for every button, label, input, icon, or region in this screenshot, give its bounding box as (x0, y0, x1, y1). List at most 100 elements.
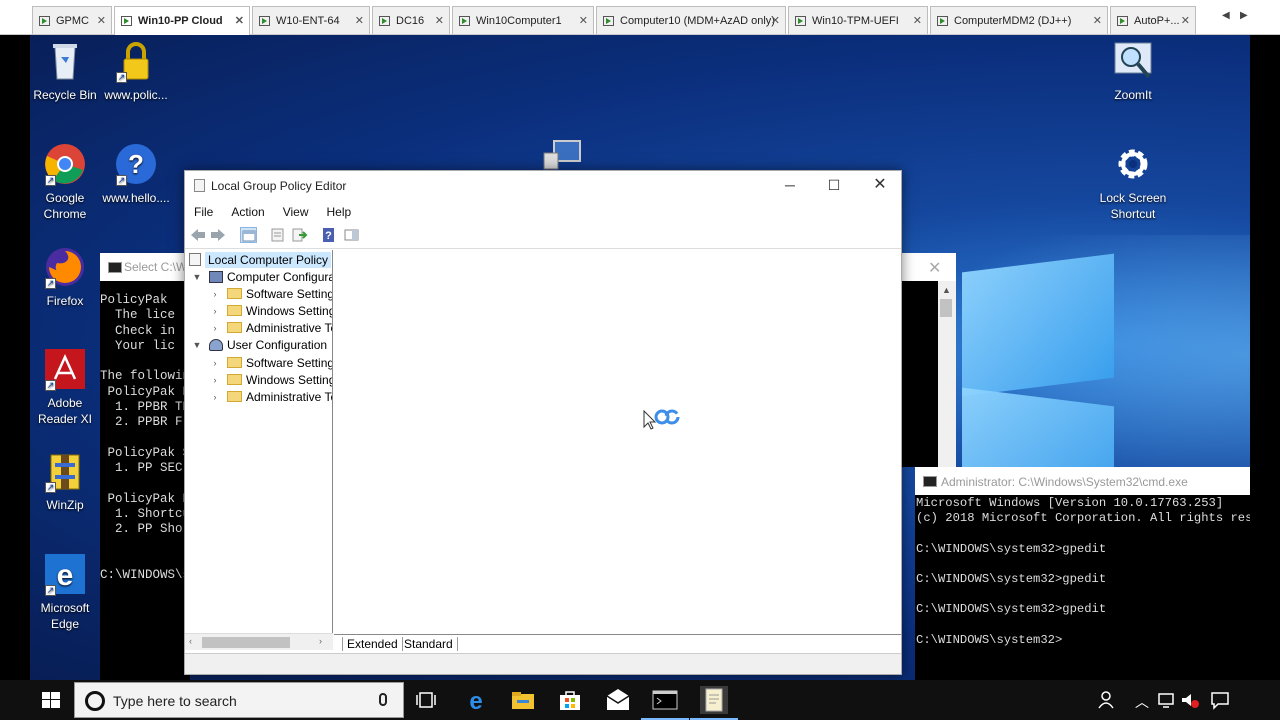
tree-horizontal-scrollbar[interactable]: ‹ › (185, 633, 333, 650)
menu-view[interactable]: View (274, 202, 318, 222)
close-icon[interactable]: ✕ (355, 14, 364, 27)
network-icon[interactable] (1157, 691, 1177, 709)
scrollbar-thumb[interactable] (202, 637, 290, 648)
console-line: C:\WINDOWS\system32> (916, 632, 1063, 647)
close-icon[interactable]: ✕ (1093, 14, 1102, 27)
maximize-button[interactable]: ☐ (819, 175, 849, 197)
vm-tab-strip: GPMC ✕ Win10-PP Cloud ✕ W10-ENT-64 ✕ DC16 ✕ … (0, 0, 1280, 35)
taskbar-search-box[interactable]: Type here to search (74, 682, 404, 718)
show-hide-console-tree-icon[interactable] (240, 227, 257, 243)
tree-node-computer-configuration[interactable]: ▼ Computer Configurat (191, 268, 332, 285)
properties-icon[interactable] (269, 227, 286, 243)
group-policy-taskbar-button[interactable] (690, 686, 738, 720)
tab-scroll-left-icon[interactable]: ◀ (1222, 10, 1230, 21)
cmd-window-behind[interactable]: ✕ ▲ (900, 253, 956, 467)
tree-node-user-software-settings[interactable]: › Software Settings (209, 354, 333, 371)
firefox-shortcut[interactable]: ↗ Firefox (30, 245, 101, 309)
google-chrome-shortcut[interactable]: ↗ Google Chrome (30, 142, 101, 222)
close-icon[interactable]: ✕ (771, 14, 780, 27)
menu-action[interactable]: Action (222, 202, 273, 222)
help-book-icon[interactable]: ? (320, 227, 337, 243)
cmd-window-administrator[interactable]: Administrator: C:\Windows\System32\cmd.e… (915, 467, 1250, 680)
scroll-right-icon[interactable]: › (319, 636, 322, 646)
people-button[interactable] (1098, 690, 1116, 710)
vm-tab-dc16[interactable]: DC16 ✕ (372, 6, 450, 34)
close-icon[interactable]: ✕ (97, 14, 106, 27)
vm-tab-autop[interactable]: AutoP+... ✕ (1110, 6, 1196, 34)
cmd-taskbar-button[interactable] (641, 686, 689, 720)
file-explorer-button[interactable] (509, 686, 537, 714)
vm-tab-computer10[interactable]: Computer10 (MDM+AzAD only) ✕ (596, 6, 786, 34)
vm-tab-win10computer1[interactable]: Win10Computer1 ✕ (452, 6, 594, 34)
close-button[interactable]: ✕ (865, 175, 895, 197)
tree-node-computer-software-settings[interactable]: › Software Settings (209, 285, 333, 302)
cmd-window-title[interactable]: Select C:\W (100, 253, 190, 281)
vm-tab-win10-tpm-uefi[interactable]: Win10-TPM-UEFI ✕ (788, 6, 928, 34)
start-button[interactable] (42, 692, 60, 708)
tree-node-user-windows-settings[interactable]: › Windows Settings (209, 371, 333, 388)
tab-standard[interactable]: Standard (400, 637, 458, 651)
volume-muted-icon[interactable] (1180, 691, 1200, 709)
scrollbar-thumb[interactable] (940, 299, 952, 317)
tree-node-user-administrative-templates[interactable]: › Administrative Te (209, 388, 333, 405)
tree-node-local-computer-policy[interactable]: Local Computer Policy (189, 251, 332, 268)
minimize-button[interactable]: ─ (775, 175, 805, 197)
microphone-icon[interactable] (379, 693, 387, 706)
action-center-icon[interactable] (1210, 690, 1230, 710)
close-icon[interactable]: ✕ (235, 14, 244, 27)
vm-tab-computermdm2[interactable]: ComputerMDM2 (DJ++) ✕ (930, 6, 1108, 34)
mail-button[interactable] (604, 686, 632, 714)
export-list-icon[interactable] (291, 227, 308, 243)
close-icon[interactable]: ✕ (928, 258, 941, 278)
chevron-right-icon[interactable]: › (209, 392, 221, 402)
cmd-window-titlebar[interactable]: ✕ (900, 253, 956, 281)
tree-node-user-configuration[interactable]: ▼ User Configuration (191, 336, 328, 353)
chevron-right-icon[interactable]: › (209, 306, 221, 316)
adobe-reader-shortcut[interactable]: ↗ Adobe Reader XI (30, 347, 101, 427)
scroll-left-icon[interactable]: ‹ (189, 636, 192, 646)
scroll-up-icon[interactable]: ▲ (942, 285, 951, 295)
hello-shortcut[interactable]: ? ↗ www.hello.... (100, 142, 172, 206)
chevron-right-icon[interactable]: › (209, 323, 221, 333)
menu-help[interactable]: Help (318, 202, 361, 222)
cmd-window-title[interactable]: Administrator: C:\Windows\System32\cmd.e… (915, 467, 1250, 495)
chevron-down-icon[interactable]: ▼ (191, 272, 203, 282)
close-icon[interactable]: ✕ (913, 14, 922, 27)
svg-text:?: ? (325, 230, 332, 242)
store-button[interactable] (556, 686, 584, 714)
menu-file[interactable]: File (185, 202, 222, 222)
show-action-pane-icon[interactable] (343, 227, 360, 243)
chevron-right-icon[interactable]: › (209, 289, 221, 299)
tab-scroll-right-icon[interactable]: ▶ (1240, 10, 1248, 21)
microsoft-edge-shortcut[interactable]: e ↗ Microsoft Edge (30, 552, 101, 632)
close-icon[interactable]: ✕ (579, 14, 588, 27)
forward-arrow-icon[interactable] (210, 227, 227, 243)
policypak-shortcut[interactable]: ↗ www.polic... (100, 39, 172, 103)
folder-icon (227, 357, 242, 368)
tree-node-computer-windows-settings[interactable]: › Windows Settings (209, 302, 333, 319)
back-arrow-icon[interactable] (189, 227, 206, 243)
console-line: Your lic (100, 338, 176, 353)
winzip-shortcut[interactable]: ↗ WinZip (30, 449, 101, 513)
chevron-right-icon[interactable]: › (209, 358, 221, 368)
close-icon[interactable]: ✕ (435, 14, 444, 27)
window-titlebar[interactable]: Local Group Policy Editor ─ ☐ ✕ (185, 171, 901, 201)
zoomit-shortcut[interactable]: ZoomIt (1097, 39, 1169, 103)
tree-node-computer-administrative-templates[interactable]: › Administrative Te (209, 319, 333, 336)
chevron-down-icon[interactable]: ▼ (191, 340, 203, 350)
chevron-right-icon[interactable]: › (209, 375, 221, 385)
close-icon[interactable]: ✕ (1181, 14, 1190, 27)
recycle-bin-shortcut[interactable]: Recycle Bin (30, 39, 101, 103)
task-view-button[interactable] (412, 686, 440, 714)
cmd-vertical-scrollbar[interactable]: ▲ (938, 281, 956, 467)
edge-taskbar-button[interactable]: e (462, 686, 490, 715)
vm-tab-gpmc[interactable]: GPMC ✕ (32, 6, 112, 34)
chevron-up-icon[interactable]: ︿ (1135, 692, 1149, 712)
lock-screen-shortcut[interactable]: Lock Screen Shortcut (1097, 142, 1169, 222)
vm-tab-win10-pp-cloud[interactable]: Win10-PP Cloud ✕ (114, 6, 250, 35)
vm-tab-w10-ent-64[interactable]: W10-ENT-64 ✕ (252, 6, 370, 34)
cmd-window-background[interactable]: Select C:\W PolicyPak The lice Check in … (100, 253, 190, 680)
tab-extended[interactable]: Extended (342, 637, 403, 651)
